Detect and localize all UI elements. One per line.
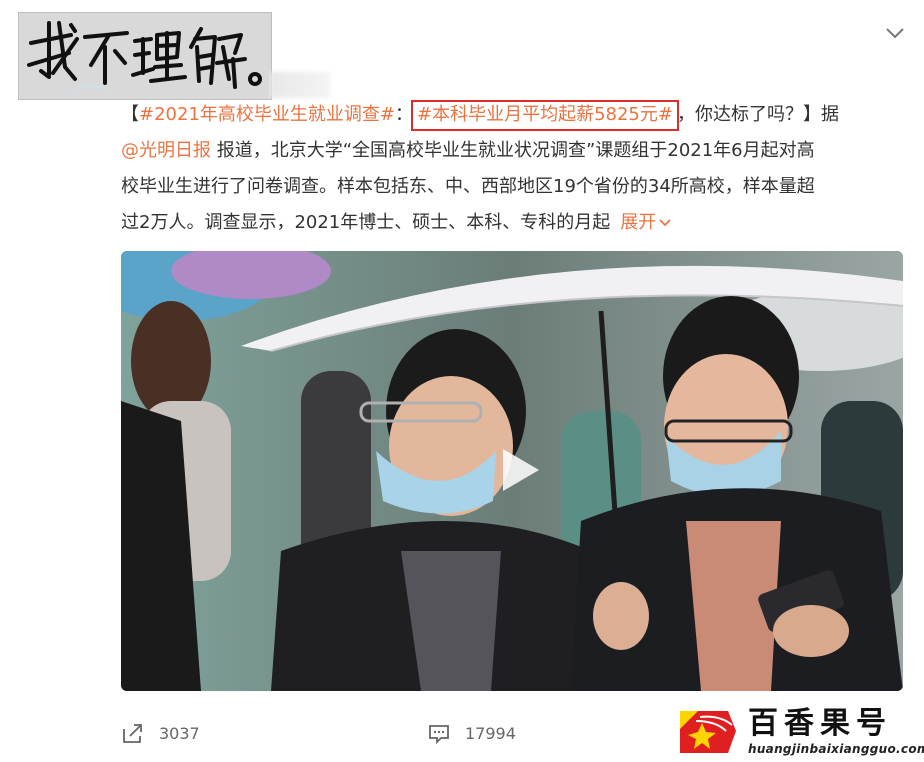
topic-tag-starting-salary[interactable]: #本科毕业月平均起薪5825元#: [410, 100, 679, 131]
mention-guangming-daily[interactable]: @光明日报: [121, 140, 211, 161]
handwriting-image: [27, 21, 262, 89]
play-icon[interactable]: [489, 441, 547, 499]
handwriting-sticker: [18, 12, 272, 100]
video-thumbnail[interactable]: [121, 251, 903, 691]
post-line-2: @光明日报 报道，北京大学“全国高校毕业生就业状况调查”课题组于2021年6月起…: [121, 133, 901, 169]
post-line-4: 过2万人。调查显示，2021年博士、硕士、本科、专科的月起 展开: [121, 205, 901, 241]
chevron-down-icon[interactable]: [884, 22, 906, 44]
watermark-url: huangjinbaixiangguo.com: [748, 742, 924, 756]
post-line-1: 【#2021年高校毕业生就业调查#： #本科毕业月平均起薪5825元# ，你达标了吗…: [121, 97, 901, 133]
site-watermark: 百香果号 huangjinbaixiangguo.com: [676, 705, 924, 761]
watermark-title: 百香果号: [748, 706, 892, 741]
share-button[interactable]: 3037: [121, 716, 200, 750]
avatar-edge: [66, 85, 114, 107]
topic-tag-employment-survey[interactable]: #2021年高校毕业生就业调查#: [139, 104, 395, 125]
bracket-open: 【: [121, 104, 139, 125]
expand-label: 展开: [620, 212, 657, 233]
action-bar: 3037 17994: [121, 716, 761, 750]
comment-button[interactable]: 17994: [427, 716, 516, 750]
post-line-3: 校毕业生进行了问卷调查。样本包括东、中、西部地区19个省份的34所高校，样本量超: [121, 176, 815, 197]
post-text: 【#2021年高校毕业生就业调查#： #本科毕业月平均起薪5825元# ，你达标了吗…: [121, 97, 901, 241]
share-count: 3037: [159, 723, 200, 743]
passion-fruit-logo-icon: [680, 711, 736, 753]
expand-link[interactable]: 展开: [620, 212, 672, 233]
share-icon: [123, 724, 142, 743]
comment-count: 17994: [465, 723, 516, 743]
expand-chevron-icon: [659, 219, 671, 227]
comment-icon: [429, 725, 449, 745]
line1-tail: ，你达标了吗？】据: [676, 104, 839, 125]
line2-tail: 报道，北京大学“全国高校毕业生就业状况调查”课题组于2021年6月起对高: [211, 140, 815, 161]
line4-text: 过2万人。调查显示，2021年博士、硕士、本科、专科的月起: [121, 212, 611, 233]
blurred-username: [270, 72, 330, 98]
